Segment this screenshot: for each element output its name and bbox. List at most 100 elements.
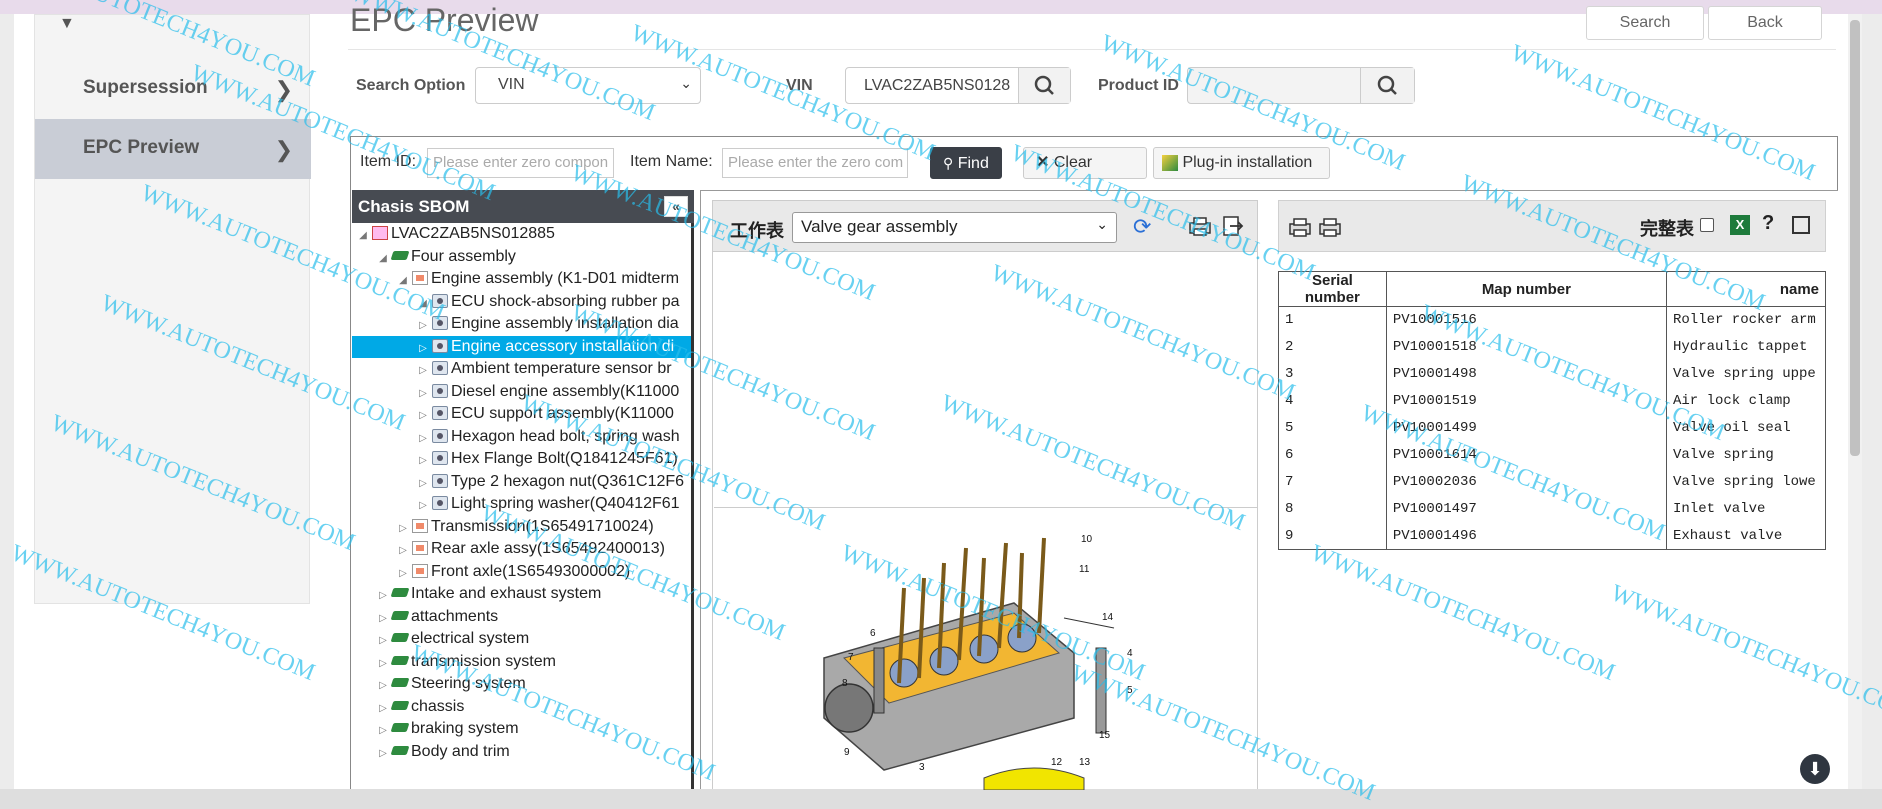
item-name-input[interactable]: Please enter the zero com (722, 148, 908, 178)
item-id-input[interactable]: Please enter zero compon (427, 148, 614, 178)
triangle-right-icon[interactable]: ▷ (416, 383, 430, 405)
search-option-select[interactable]: VIN ⌄ (475, 67, 701, 104)
column-header[interactable]: Serial number (1278, 271, 1387, 307)
print-icon[interactable] (1288, 216, 1314, 238)
clear-button[interactable]: ✕ Clear (1023, 147, 1147, 179)
tree-node[interactable]: ▷ Diesel engine assembly(K11000 (416, 381, 679, 403)
print-icon-graphic (1189, 217, 1211, 236)
tree-node[interactable]: ▷ electrical system (376, 628, 529, 650)
triangle-right-icon[interactable]: ▷ (416, 405, 430, 427)
sidebar-item-label: Supersession (83, 77, 208, 98)
triangle-right-icon[interactable]: ▷ (416, 450, 430, 472)
tree-node[interactable]: ▷ Intake and exhaust system (376, 583, 601, 605)
triangle-right-icon[interactable]: ▷ (376, 698, 390, 720)
triangle-right-icon[interactable]: ▷ (376, 743, 390, 765)
search-icon: ⚲ (943, 155, 954, 171)
plugin-installation-button[interactable]: Plug-in installation (1153, 147, 1330, 179)
tree-node[interactable]: ▷ chassis (376, 696, 464, 718)
tree-node-label: braking system (411, 720, 519, 737)
collapse-left-icon[interactable]: « (664, 196, 688, 217)
part-name-cell: Valve spring uppe (1666, 360, 1826, 388)
back-button[interactable]: Back (1708, 6, 1822, 40)
tree-node[interactable]: ▷ Engine assembly installation dia (416, 313, 679, 335)
triangle-right-icon[interactable]: ▷ (396, 563, 410, 585)
triangle-right-icon[interactable]: ▷ (376, 608, 390, 630)
triangle-right-icon[interactable]: ▷ (416, 495, 430, 517)
triangle-right-icon[interactable]: ▷ (396, 540, 410, 562)
triangle-right-icon[interactable]: ▷ (376, 653, 390, 675)
table-row[interactable]: 8 PV10001497 Inlet valve (1278, 495, 1826, 523)
tree-node[interactable]: ▷ Type 2 hexagon nut(Q361C12F6 (416, 471, 684, 493)
sidebar-item-epc-preview[interactable]: EPC Preview ❯ (35, 119, 311, 179)
tree-node[interactable]: ◢ Engine assembly (K1-D01 midterm (396, 268, 679, 290)
caret-down-icon[interactable]: ▼ (59, 15, 75, 33)
tree-node[interactable]: ▷ Body and trim (376, 741, 510, 763)
vin-input[interactable]: LVAC2ZAB5NS0128 (864, 77, 1010, 95)
part-icon (432, 405, 448, 420)
table-row[interactable]: 1 PV10001516 Roller rocker arm (1278, 306, 1826, 334)
tree-node-selected[interactable]: ▷ Engine accessory installation di (352, 336, 691, 360)
sidebar-item-supersession[interactable]: Supersession ❯ (35, 59, 311, 119)
tree-node[interactable]: ▷ Ambient temperature sensor br (416, 358, 671, 382)
print-all-icon[interactable] (1318, 216, 1344, 238)
tree-node-root[interactable]: ◢ LVAC2ZAB5NS012885 (356, 223, 555, 245)
tree-node[interactable]: ◢ Four assembly (376, 246, 516, 268)
tree-node-label: attachments (411, 608, 499, 625)
tree-node[interactable]: ▷ ECU support assembly(K11000 (416, 403, 674, 425)
triangle-right-icon[interactable]: ▷ (416, 338, 430, 360)
scroll-down-icon[interactable]: ⬇ (1800, 754, 1830, 784)
triangle-down-icon[interactable]: ◢ (376, 248, 390, 270)
part-name-cell: Valve oil seal (1666, 414, 1826, 442)
fullscreen-icon[interactable] (1792, 216, 1810, 234)
table-row[interactable]: 5 PV10001499 Valve oil seal (1278, 414, 1826, 442)
tree-node[interactable]: ▷ Transmission(1S65491710024) (396, 516, 654, 538)
triangle-right-icon[interactable]: ▷ (376, 630, 390, 652)
tree-node[interactable]: ▷ Light spring washer(Q40412F61 (416, 493, 680, 517)
refresh-icon[interactable]: ⟳ (1133, 214, 1151, 240)
sbom-tree: ◢ LVAC2ZAB5NS012885 ◢ Four assembly ◢ Engin… (352, 223, 694, 789)
tree-node[interactable]: ▷ Rear axle assy(1S65492400013) (396, 538, 665, 560)
worksheet-select[interactable]: Valve gear assembly ⌄ (792, 212, 1117, 243)
export-icon[interactable] (1222, 215, 1244, 237)
tree-node[interactable]: ▷ Front axle(1S65493000002) (396, 561, 630, 583)
column-header[interactable]: Map number (1385, 271, 1668, 307)
table-row[interactable]: 9 PV10001496 Exhaust valve (1278, 522, 1826, 550)
column-header[interactable]: name (1666, 271, 1826, 307)
tree-node[interactable]: ▷ Hexagon head bolt, spring wash (416, 426, 679, 450)
tree-node[interactable]: ▷ transmission system (376, 651, 556, 673)
triangle-right-icon[interactable]: ▷ (376, 675, 390, 697)
table-row[interactable]: 6 PV10001614 Valve spring (1278, 441, 1826, 469)
full-table-checkbox[interactable] (1700, 218, 1714, 232)
table-row[interactable]: 7 PV10002036 Valve spring lowe (1278, 468, 1826, 496)
triangle-down-icon[interactable]: ◢ (396, 270, 410, 292)
triangle-right-icon[interactable]: ▷ (416, 428, 430, 450)
tree-node-label: Light spring washer(Q40412F61 (451, 495, 680, 512)
tree-node[interactable]: ▷ Hex Flange Bolt(Q1841245F61) (416, 448, 678, 470)
triangle-right-icon[interactable]: ▷ (376, 585, 390, 607)
search-button[interactable]: Search (1586, 6, 1704, 40)
tree-node[interactable]: ▷ attachments (376, 606, 498, 628)
tree-node[interactable]: ▷ braking system (376, 718, 519, 742)
triangle-right-icon[interactable]: ▷ (396, 518, 410, 540)
table-row[interactable]: 3 PV10001498 Valve spring uppe (1278, 360, 1826, 388)
help-icon[interactable]: ? (1762, 212, 1774, 235)
tree-node[interactable]: ◢ ECU shock-absorbing rubber pa (416, 291, 679, 315)
triangle-down-icon[interactable]: ◢ (356, 225, 370, 247)
triangle-right-icon[interactable]: ▷ (376, 720, 390, 742)
tree-node-label: Engine accessory installation di (451, 338, 675, 355)
table-row[interactable]: 2 PV10001518 Hydraulic tappet (1278, 333, 1826, 361)
tree-node[interactable]: ▷ Steering system (376, 673, 526, 695)
export-icon-graphic (1223, 216, 1244, 236)
triangle-right-icon[interactable]: ▷ (416, 360, 430, 382)
vin-search-button[interactable] (1018, 68, 1070, 103)
scrollbar-thumb[interactable] (1850, 20, 1860, 456)
excel-icon[interactable]: X (1730, 215, 1750, 235)
triangle-down-icon[interactable]: ◢ (416, 293, 430, 315)
triangle-right-icon[interactable]: ▷ (416, 473, 430, 495)
print-icon[interactable] (1188, 215, 1214, 237)
table-row[interactable]: 4 PV10001519 Air lock clamp (1278, 387, 1826, 415)
valve-gear-diagram[interactable]: 10 11 6 7 8 9 14 4 5 15 3 12 13 (714, 508, 1257, 791)
triangle-right-icon[interactable]: ▷ (416, 315, 430, 337)
find-button[interactable]: ⚲ Find (930, 147, 1002, 179)
product-search-button[interactable] (1360, 68, 1414, 103)
